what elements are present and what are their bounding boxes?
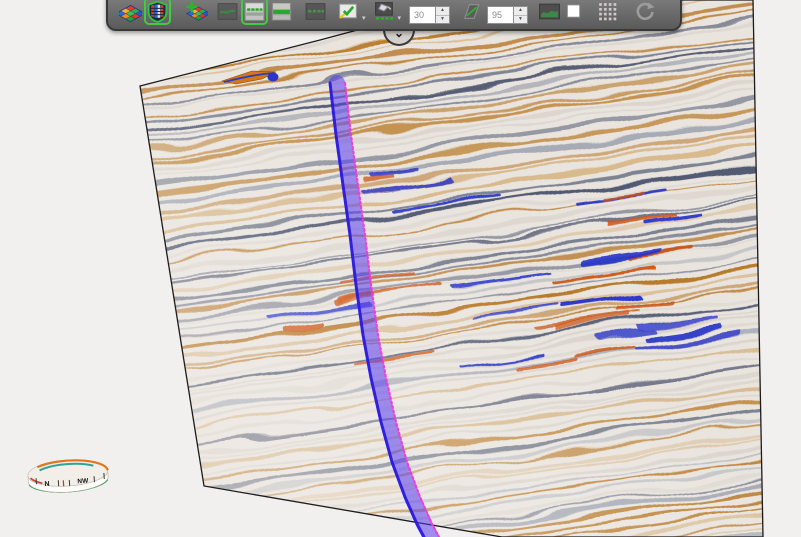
add-volume-icon: [186, 0, 208, 21]
interpretation-shield-button[interactable]: [144, 0, 171, 25]
interpretation-shield-icon: [147, 0, 168, 23]
grid-points-button[interactable]: [595, 0, 620, 24]
compass-label-nw: NW: [77, 478, 89, 486]
application-window: ▾ ▾ ▲▼ ▲▼: [0, 0, 801, 537]
volume-cube-icon: [119, 4, 142, 22]
confirm-dropdown-caret-icon[interactable]: ▾: [362, 15, 366, 22]
seismic-viewport[interactable]: [0, 0, 801, 537]
confirm-picks-icon: [339, 3, 357, 19]
section-fade: [140, 0, 763, 537]
horizon-slice-icon: [217, 2, 238, 20]
paint-seed-icon: [374, 1, 393, 20]
opacity-up-button[interactable]: ▲: [514, 7, 528, 15]
dip-constraint-icon: [464, 3, 480, 19]
paint-seed-button[interactable]: [372, 0, 397, 24]
crossline-section-icon: [271, 1, 292, 21]
time-slice-button[interactable]: [303, 0, 328, 24]
seed-radius-spinner: ▲ ▼: [436, 6, 451, 24]
reset-view-button[interactable]: [632, 0, 657, 24]
crossline-section-button[interactable]: [269, 0, 294, 24]
horizon-slice-button[interactable]: [215, 0, 240, 24]
main-toolbar: ▾ ▾ ▲▼ ▲▼: [106, 0, 682, 31]
reset-view-icon: [636, 2, 655, 20]
seed-radius-down-button[interactable]: ▼: [436, 14, 450, 23]
histogram-view-icon: [539, 3, 560, 19]
add-volume-button[interactable]: [184, 0, 209, 24]
histogram-view-button[interactable]: [537, 0, 562, 24]
confirm-picks-button[interactable]: [336, 0, 361, 24]
paint-dropdown-caret-icon[interactable]: ▾: [398, 15, 402, 22]
compass-label-n: N: [44, 481, 50, 488]
grid-points-icon: [599, 2, 617, 20]
opacity-spinner: ▲ ▼: [514, 6, 529, 24]
volume-cube-button[interactable]: [118, 0, 143, 24]
orientation-compass[interactable]: N NW: [16, 446, 120, 504]
dip-constraint-button[interactable]: [459, 0, 484, 24]
horizon-sliver-node: [267, 72, 279, 82]
seed-radius-up-button[interactable]: ▲: [436, 7, 450, 15]
seed-radius-input[interactable]: [409, 6, 437, 24]
opacity-percent-input[interactable]: [487, 6, 515, 24]
color-swatch-button[interactable]: [565, 0, 583, 24]
color-swatch-icon: [566, 3, 581, 18]
time-slice-icon: [305, 2, 326, 20]
inline-section-icon: [244, 1, 265, 21]
opacity-down-button[interactable]: ▼: [514, 14, 528, 23]
inline-section-button[interactable]: [241, 0, 268, 25]
